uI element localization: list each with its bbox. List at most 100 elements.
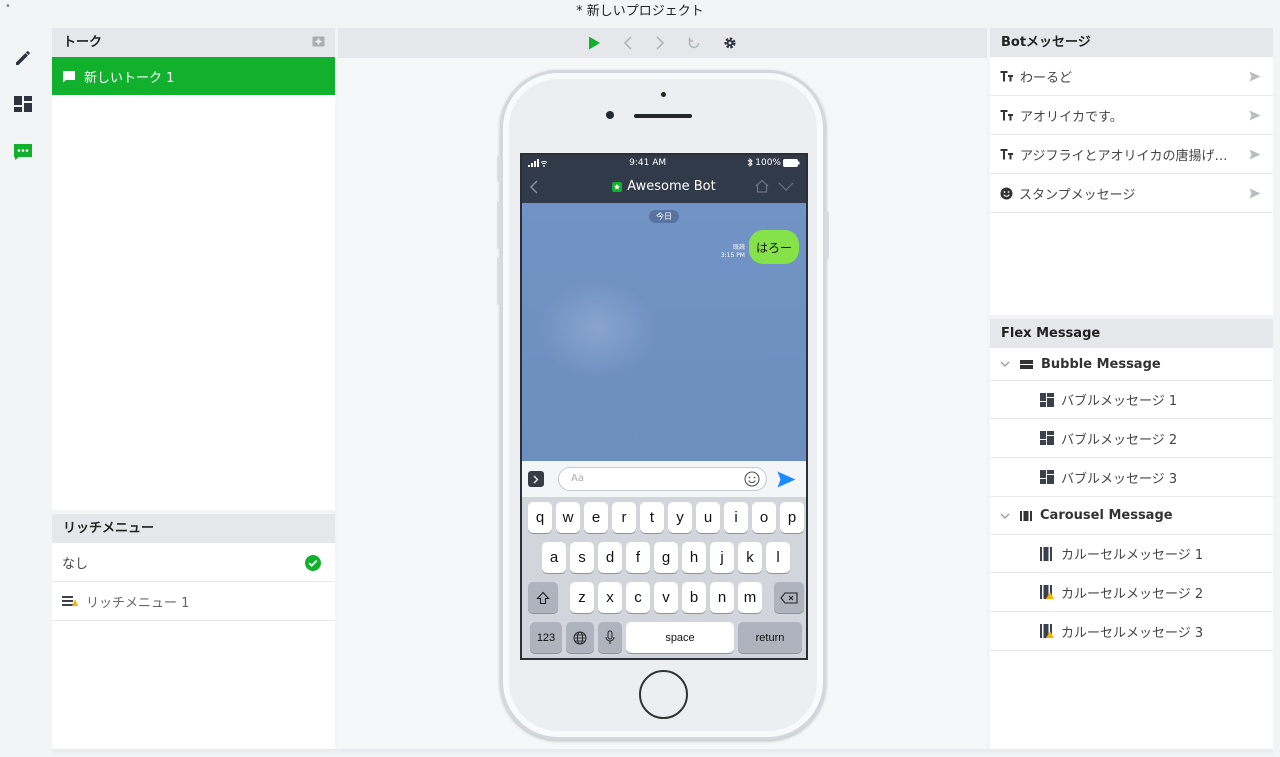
delete-key-icon bbox=[780, 591, 798, 604]
chat-message-input[interactable]: Aa bbox=[558, 467, 767, 491]
key-t[interactable]: t bbox=[640, 502, 664, 533]
bot-messages-panel: Botメッセージ わーるど アオリイカです。 アジフライとアオリイカの唐揚げ… スタン… bbox=[990, 28, 1273, 315]
carousel-message-list: カルーセルメッセージ 1 カルーセルメッセージ 2 カルーセルメッセージ 3 bbox=[990, 534, 1273, 651]
key-s[interactable]: s bbox=[570, 542, 594, 573]
bubble-group-row[interactable]: Bubble Message bbox=[990, 348, 1273, 380]
key-u[interactable]: u bbox=[696, 502, 720, 533]
add-talk-button[interactable] bbox=[312, 36, 325, 49]
home-icon bbox=[755, 179, 769, 193]
send-icon bbox=[777, 471, 796, 487]
key-l[interactable]: l bbox=[766, 542, 790, 573]
chat-extras-button[interactable] bbox=[528, 471, 544, 487]
chevron-right-icon bbox=[656, 36, 665, 50]
key-globe[interactable] bbox=[566, 622, 594, 653]
key-x[interactable]: x bbox=[598, 582, 622, 613]
carousel-icon bbox=[1040, 546, 1054, 561]
bot-message-item[interactable]: アオリイカです。 bbox=[990, 96, 1273, 135]
flex-message-item[interactable]: バブルメッセージ 2 bbox=[990, 419, 1273, 458]
flex-message-item[interactable]: バブルメッセージ 1 bbox=[990, 380, 1273, 419]
chat-back-button[interactable] bbox=[530, 180, 538, 194]
flex-message-item[interactable]: カルーセルメッセージ 2 bbox=[990, 573, 1273, 612]
chat-input-placeholder: Aa bbox=[571, 473, 584, 484]
bot-message-label: アジフライとアオリイカの唐揚げ… bbox=[1020, 148, 1228, 164]
chat-title: Awesome Bot bbox=[612, 179, 716, 194]
talk-item[interactable]: 新しいトーク 1 bbox=[52, 57, 335, 95]
keyboard-row-2: asdfghjkl bbox=[522, 542, 806, 573]
bot-message-label: アオリイカです。 bbox=[1020, 109, 1123, 125]
send-message-item-button[interactable] bbox=[1249, 188, 1261, 203]
key-e[interactable]: e bbox=[584, 502, 608, 533]
key-r[interactable]: r bbox=[612, 502, 636, 533]
chat-menu-button[interactable] bbox=[778, 182, 794, 191]
flex-message-item[interactable]: カルーセルメッセージ 3 bbox=[990, 612, 1273, 651]
refresh-button[interactable] bbox=[687, 36, 701, 50]
key-j[interactable]: j bbox=[710, 542, 734, 573]
key-b[interactable]: b bbox=[682, 582, 706, 613]
key-c[interactable]: c bbox=[626, 582, 650, 613]
key-n[interactable]: n bbox=[710, 582, 734, 613]
chat-background-cloud bbox=[537, 278, 657, 378]
key-q[interactable]: q bbox=[528, 502, 552, 533]
phone-screen: 9:41 AM 100% Awesome Bot 今日 既読 3:15 PM は… bbox=[520, 153, 808, 660]
phone-home-button[interactable] bbox=[639, 670, 688, 719]
send-message-item-button[interactable] bbox=[1249, 149, 1261, 164]
keyboard-row-3: zxcvbnm bbox=[522, 582, 806, 613]
key-g[interactable]: g bbox=[654, 542, 678, 573]
bubble-message-list: バブルメッセージ 1 バブルメッセージ 2 バブルメッセージ 3 bbox=[990, 380, 1273, 497]
key-k[interactable]: k bbox=[738, 542, 762, 573]
key-d[interactable]: d bbox=[598, 542, 622, 573]
key-m[interactable]: m bbox=[738, 582, 762, 613]
key-f[interactable]: f bbox=[626, 542, 650, 573]
flex-message-item[interactable]: カルーセルメッセージ 1 bbox=[990, 534, 1273, 573]
text-type-icon bbox=[1000, 70, 1014, 82]
chevron-left-icon bbox=[623, 36, 632, 50]
back-button[interactable] bbox=[623, 36, 633, 50]
edit-mode-button[interactable] bbox=[11, 46, 35, 70]
key-i[interactable]: i bbox=[724, 502, 748, 533]
chevron-left-icon bbox=[530, 180, 538, 194]
key-123[interactable]: 123 bbox=[530, 622, 562, 653]
forward-button[interactable] bbox=[655, 36, 665, 50]
key-w[interactable]: w bbox=[556, 502, 580, 533]
key-o[interactable]: o bbox=[752, 502, 776, 533]
send-icon bbox=[1249, 188, 1261, 199]
key-shift[interactable] bbox=[528, 582, 558, 613]
keyboard-row-4: 123 space return bbox=[522, 622, 806, 653]
rich-menu-item-none[interactable]: なし bbox=[52, 543, 335, 582]
chat-home-button[interactable] bbox=[754, 179, 770, 193]
key-delete[interactable] bbox=[774, 582, 804, 613]
talks-header-title: トーク bbox=[63, 35, 103, 50]
carousel-group-row[interactable]: Carousel Message bbox=[990, 497, 1273, 534]
key-h[interactable]: h bbox=[682, 542, 706, 573]
chat-mode-button[interactable] bbox=[11, 140, 35, 164]
flex-message-item[interactable]: バブルメッセージ 3 bbox=[990, 458, 1273, 497]
key-return[interactable]: return bbox=[738, 622, 802, 653]
phone-volume-down bbox=[497, 257, 501, 305]
bot-message-item[interactable]: スタンプメッセージ bbox=[990, 174, 1273, 213]
key-a[interactable]: a bbox=[542, 542, 566, 573]
chevron-down-icon bbox=[1000, 513, 1010, 519]
emoji-button[interactable] bbox=[744, 471, 760, 487]
read-label: 既読 bbox=[732, 244, 745, 251]
phone-power-button bbox=[825, 211, 829, 259]
bot-message-item[interactable]: アジフライとアオリイカの唐揚げ… bbox=[990, 135, 1273, 174]
send-message-item-button[interactable] bbox=[1249, 110, 1261, 125]
send-message-button[interactable] bbox=[777, 471, 796, 488]
key-space[interactable]: space bbox=[626, 622, 734, 653]
rich-menu-item-1[interactable]: リッチメニュー 1 bbox=[52, 582, 335, 621]
shift-icon bbox=[536, 591, 550, 604]
send-message-item-button[interactable] bbox=[1249, 71, 1261, 86]
key-z[interactable]: z bbox=[570, 582, 594, 613]
layout-mode-button[interactable] bbox=[11, 92, 35, 116]
key-mic[interactable] bbox=[598, 622, 622, 653]
window-dot: • bbox=[5, 1, 11, 12]
play-button[interactable] bbox=[588, 36, 601, 50]
dashboard-icon bbox=[14, 96, 32, 112]
left-icon-bar bbox=[0, 28, 46, 757]
key-v[interactable]: v bbox=[654, 582, 678, 613]
key-y[interactable]: y bbox=[668, 502, 692, 533]
settings-button[interactable] bbox=[723, 36, 737, 50]
bubble-layout-icon bbox=[1040, 431, 1054, 445]
bot-message-item[interactable]: わーるど bbox=[990, 57, 1273, 96]
key-p[interactable]: p bbox=[780, 502, 804, 533]
